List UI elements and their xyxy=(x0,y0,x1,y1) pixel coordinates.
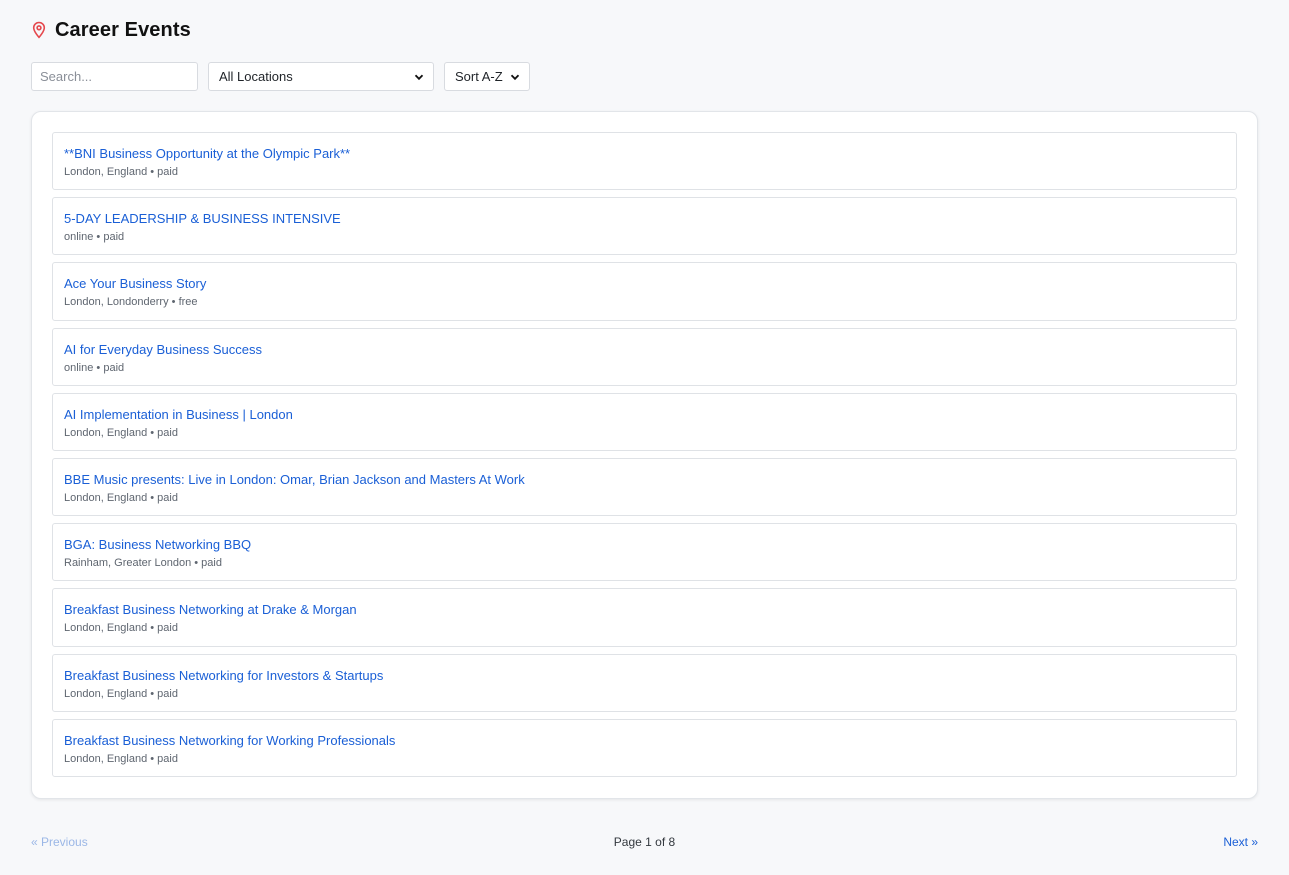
next-page-link[interactable]: Next » xyxy=(1223,835,1258,849)
location-select[interactable]: All Locations xyxy=(208,62,434,91)
chevron-down-icon xyxy=(509,71,521,83)
event-list-item[interactable]: Breakfast Business Networking for Workin… xyxy=(52,718,1237,777)
event-title-link[interactable]: Breakfast Business Networking for Workin… xyxy=(64,733,1225,749)
event-location: London, England xyxy=(64,491,148,504)
event-meta: Rainham, Greater London • paid xyxy=(64,557,222,570)
event-price: paid xyxy=(157,622,178,635)
sort-select[interactable]: Sort A-Z xyxy=(444,62,530,91)
event-location: London, England xyxy=(64,166,148,178)
event-title-link[interactable]: AI Implementation in Business | London xyxy=(64,407,1225,423)
event-location: London, England xyxy=(64,426,148,439)
event-meta: London, England • paid xyxy=(64,687,178,700)
event-meta: London, England • paid xyxy=(64,426,178,439)
event-price: paid xyxy=(157,491,178,504)
sort-select-value: Sort A-Z xyxy=(455,69,503,84)
event-price: paid xyxy=(157,426,178,439)
event-list-item[interactable]: 5-DAY LEADERSHIP & BUSINESS INTENSIVE on… xyxy=(52,197,1237,256)
event-meta: online • paid xyxy=(64,361,125,374)
event-meta: London, England • paid xyxy=(64,622,178,635)
event-price: free xyxy=(178,296,198,309)
event-list-item[interactable]: Ace Your Business Story London, Londonde… xyxy=(52,262,1237,321)
event-title-link[interactable]: Ace Your Business Story xyxy=(64,276,1225,292)
event-meta: London, Londonderry • free xyxy=(64,296,198,309)
event-location: London, England xyxy=(64,622,148,635)
event-list-item[interactable]: Breakfast Business Networking for Invest… xyxy=(52,653,1237,712)
event-list-item[interactable]: BBE Music presents: Live in London: Omar… xyxy=(52,457,1237,517)
map-pin-icon xyxy=(31,21,47,39)
event-title-link[interactable]: BBE Music presents: Live in London: Omar… xyxy=(64,472,1225,488)
event-price: paid xyxy=(103,361,125,374)
page-title: Career Events xyxy=(55,18,191,41)
event-price: paid xyxy=(103,231,125,244)
event-location: Rainham, Greater London xyxy=(64,557,192,570)
search-input[interactable] xyxy=(31,62,198,91)
event-price: paid xyxy=(157,166,178,178)
event-title-link[interactable]: 5-DAY LEADERSHIP & BUSINESS INTENSIVE xyxy=(64,211,1225,227)
event-meta: London, England • paid xyxy=(64,166,178,178)
event-meta: London, England • paid xyxy=(64,491,178,504)
pagination: « Previous Page 1 of 8 Next » xyxy=(31,835,1258,851)
event-list-item[interactable]: BGA: Business Networking BBQ Rainham, Gr… xyxy=(52,523,1237,582)
event-list-item[interactable]: Breakfast Business Networking at Drake &… xyxy=(52,588,1237,647)
event-location: online xyxy=(64,231,94,244)
event-list-item[interactable]: **BNI Business Opportunity at the Olympi… xyxy=(52,132,1237,191)
event-list: **BNI Business Opportunity at the Olympi… xyxy=(52,132,1237,777)
page: Career Events All Locations Sort A-Z **B… xyxy=(0,0,1289,875)
filter-controls: All Locations Sort A-Z xyxy=(31,62,530,91)
event-price: paid xyxy=(201,557,222,570)
event-title-link[interactable]: Breakfast Business Networking at Drake &… xyxy=(64,602,1225,618)
event-location: London, Londonderry xyxy=(64,296,169,309)
page-indicator: Page 1 of 8 xyxy=(613,835,676,849)
event-title-link[interactable]: BGA: Business Networking BBQ xyxy=(64,537,1225,553)
header: Career Events xyxy=(31,17,191,43)
event-title-link[interactable]: Breakfast Business Networking for Invest… xyxy=(64,668,1225,684)
event-location: London, England xyxy=(64,752,148,765)
event-location: online xyxy=(64,361,94,374)
event-price: paid xyxy=(157,752,178,765)
chevron-down-icon xyxy=(413,71,425,83)
event-list-item[interactable]: AI Implementation in Business | London L… xyxy=(52,392,1237,451)
event-meta: online • paid xyxy=(64,231,125,244)
event-title-link[interactable]: **BNI Business Opportunity at the Olympi… xyxy=(64,146,1225,162)
event-list-item[interactable]: AI for Everyday Business Success online … xyxy=(52,327,1237,386)
event-title-link[interactable]: AI for Everyday Business Success xyxy=(64,342,1225,358)
event-price: paid xyxy=(157,687,178,700)
event-location: London, England xyxy=(64,687,148,700)
events-card: **BNI Business Opportunity at the Olympi… xyxy=(31,111,1258,799)
event-meta: London, England • paid xyxy=(64,752,178,765)
location-select-value: All Locations xyxy=(219,69,293,84)
